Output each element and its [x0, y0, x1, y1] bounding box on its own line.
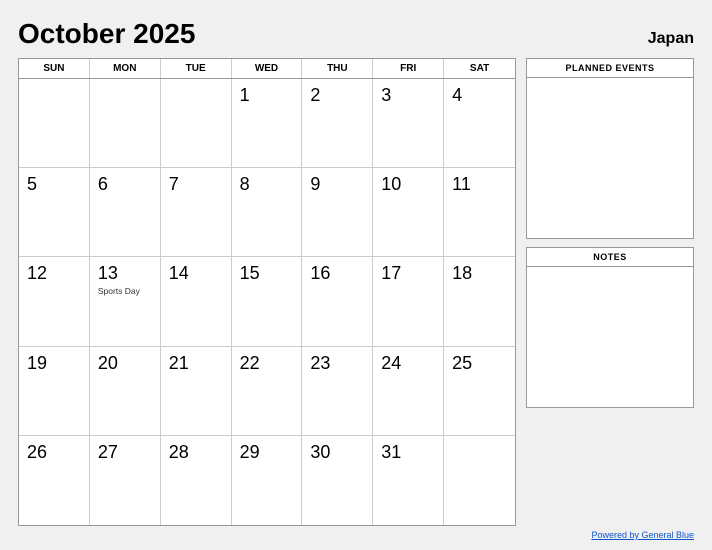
calendar-cell: 8 [232, 168, 303, 257]
planned-events-content [527, 78, 693, 238]
calendar-cell: 20 [90, 347, 161, 436]
day-header-fri: FRI [373, 59, 444, 78]
day-number: 18 [452, 263, 507, 284]
calendar-cell: 4 [444, 79, 515, 168]
day-number: 22 [240, 353, 294, 374]
calendar-cell: 13 Sports Day [90, 257, 161, 346]
calendar-cell: 7 [161, 168, 232, 257]
calendar-cell: 14 [161, 257, 232, 346]
day-number: 13 [98, 263, 152, 284]
event-label: Sports Day [98, 286, 152, 296]
calendar-cell [90, 79, 161, 168]
day-number: 7 [169, 174, 223, 195]
day-number: 16 [310, 263, 364, 284]
day-number: 11 [452, 174, 507, 195]
calendar-cell: 18 [444, 257, 515, 346]
calendar-cell: 11 [444, 168, 515, 257]
footer: Powered by General Blue [18, 530, 694, 540]
day-header-wed: WED [232, 59, 303, 78]
day-header-mon: MON [90, 59, 161, 78]
calendar-cell: 28 [161, 436, 232, 525]
day-number: 5 [27, 174, 81, 195]
day-number: 27 [98, 442, 152, 463]
day-number: 30 [310, 442, 364, 463]
day-number: 28 [169, 442, 223, 463]
calendar-cell: 24 [373, 347, 444, 436]
country-label: Japan [648, 30, 694, 48]
day-headers: SUNMONTUEWEDTHUFRISAT [19, 59, 515, 79]
calendar-cell: 10 [373, 168, 444, 257]
calendar-cell [444, 436, 515, 525]
main-area: SUNMONTUEWEDTHUFRISAT 12345678910111213S… [18, 58, 694, 526]
day-number: 4 [452, 85, 507, 106]
calendar-cell: 23 [302, 347, 373, 436]
calendar-cell: 15 [232, 257, 303, 346]
day-number: 26 [27, 442, 81, 463]
day-number: 31 [381, 442, 435, 463]
calendar-cell: 17 [373, 257, 444, 346]
calendar-cell: 30 [302, 436, 373, 525]
day-header-thu: THU [302, 59, 373, 78]
sidebar: PLANNED EVENTS NOTES [526, 58, 694, 526]
day-number: 9 [310, 174, 364, 195]
calendar-cell: 12 [19, 257, 90, 346]
page: October 2025 Japan SUNMONTUEWEDTHUFRISAT… [0, 0, 712, 550]
day-number: 1 [240, 85, 294, 106]
calendar-cell: 9 [302, 168, 373, 257]
day-number: 6 [98, 174, 152, 195]
calendar-cell [19, 79, 90, 168]
day-header-tue: TUE [161, 59, 232, 78]
calendar-cell: 2 [302, 79, 373, 168]
calendar-cell: 31 [373, 436, 444, 525]
day-header-sun: SUN [19, 59, 90, 78]
day-number: 29 [240, 442, 294, 463]
day-number: 19 [27, 353, 81, 374]
calendar-cell: 5 [19, 168, 90, 257]
day-number: 15 [240, 263, 294, 284]
day-number: 8 [240, 174, 294, 195]
footer-link[interactable]: Powered by General Blue [591, 530, 694, 540]
calendar-cell: 25 [444, 347, 515, 436]
calendar-cell: 6 [90, 168, 161, 257]
calendar-cell: 19 [19, 347, 90, 436]
calendar-cell: 1 [232, 79, 303, 168]
calendar-cell: 22 [232, 347, 303, 436]
calendar-cell: 21 [161, 347, 232, 436]
calendar-grid: 12345678910111213Sports Day1415161718192… [19, 79, 515, 525]
day-number: 10 [381, 174, 435, 195]
notes-box: NOTES [526, 247, 694, 408]
planned-events-box: PLANNED EVENTS [526, 58, 694, 239]
header: October 2025 Japan [18, 18, 694, 50]
day-number: 24 [381, 353, 435, 374]
day-number: 23 [310, 353, 364, 374]
day-number: 12 [27, 263, 81, 284]
calendar: SUNMONTUEWEDTHUFRISAT 12345678910111213S… [18, 58, 516, 526]
calendar-cell: 26 [19, 436, 90, 525]
day-header-sat: SAT [444, 59, 515, 78]
day-number: 25 [452, 353, 507, 374]
day-number: 20 [98, 353, 152, 374]
day-number: 14 [169, 263, 223, 284]
calendar-cell: 3 [373, 79, 444, 168]
day-number: 3 [381, 85, 435, 106]
planned-events-title: PLANNED EVENTS [527, 59, 693, 78]
calendar-cell: 16 [302, 257, 373, 346]
notes-title: NOTES [527, 248, 693, 267]
calendar-cell: 27 [90, 436, 161, 525]
day-number: 17 [381, 263, 435, 284]
calendar-cell [161, 79, 232, 168]
day-number: 2 [310, 85, 364, 106]
notes-content [527, 267, 693, 407]
day-number: 21 [169, 353, 223, 374]
calendar-cell: 29 [232, 436, 303, 525]
page-title: October 2025 [18, 18, 195, 50]
